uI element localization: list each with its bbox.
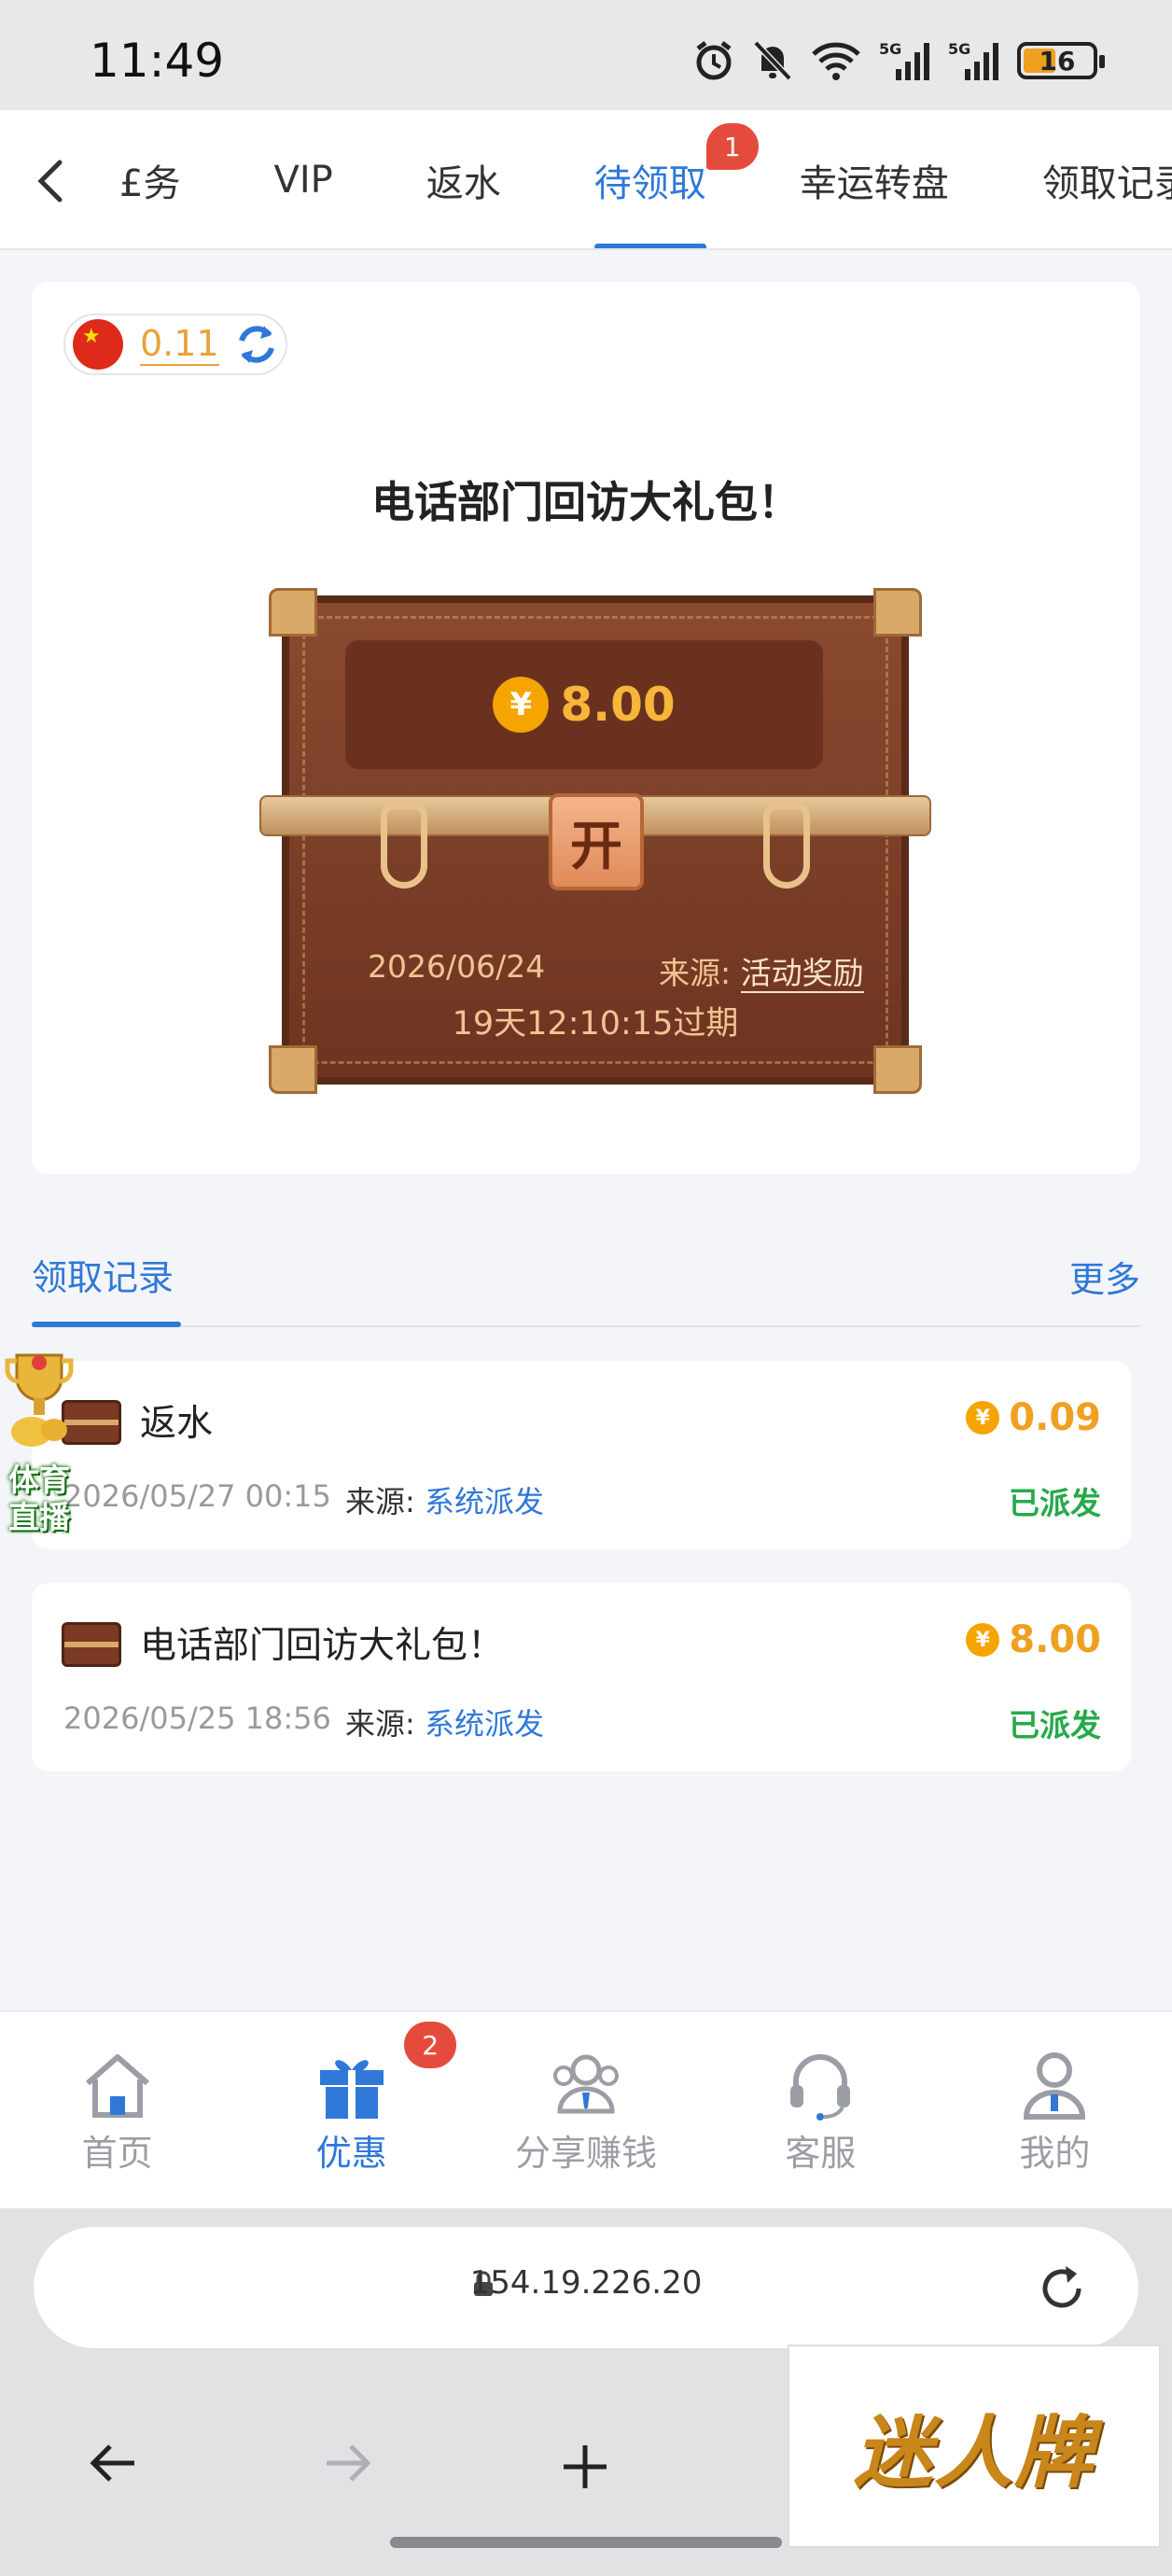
records-header: 领取记录 更多 <box>32 1232 1140 1327</box>
home-icon <box>85 2054 149 2118</box>
headset-icon <box>790 2054 851 2121</box>
records-underline <box>32 1322 181 1327</box>
chest-icon <box>62 1622 121 1667</box>
records-title[interactable]: 领取记录 <box>32 1249 174 1300</box>
record-date: 2026/05/27 00:15 <box>63 1478 331 1514</box>
china-flag-icon: ★ <box>73 319 123 370</box>
chest-latch <box>381 803 427 889</box>
yuan-coin-icon: ¥ <box>966 1401 1000 1435</box>
nav-promotions[interactable]: 优惠 2 <box>234 2012 468 2208</box>
svg-text:5G: 5G <box>879 40 901 58</box>
brand-logo: 迷人牌 <box>788 2345 1161 2548</box>
signal-5g-icon: 5G <box>948 40 998 80</box>
status-icons: 5G 5G 16 <box>692 39 1105 82</box>
chest-corner <box>873 588 922 637</box>
bottom-nav: 首页 优惠 2 分享赚钱 客服 我的 <box>0 2010 1172 2208</box>
record-item[interactable]: 返水 ¥ 0.09 2026/05/27 00:15 来源: 系统派发 已派发 <box>32 1361 1131 1549</box>
alarm-icon <box>696 41 732 80</box>
chest-amount-value: 8.00 <box>560 678 676 732</box>
active-tab-underline <box>593 244 706 248</box>
signal-5g-icon: 5G <box>879 40 929 80</box>
mute-bell-icon <box>753 40 792 81</box>
new-tab-icon[interactable] <box>560 2442 610 2492</box>
gift-date: 2026/06/24 <box>368 948 546 985</box>
record-source: 来源: 系统派发 <box>345 1484 544 1519</box>
record-date: 2026/05/25 18:56 <box>63 1701 331 1736</box>
battery-level: 16 <box>1039 45 1076 77</box>
user-icon <box>1024 2052 1086 2120</box>
treasure-chest[interactable]: ¥ 8.00 开 2026/06/24 来源: 活动奖励 19天12:10:15… <box>259 582 931 1094</box>
tab-claim-records[interactable]: 领取记录 <box>1042 110 1172 248</box>
status-time: 11:49 <box>90 34 225 88</box>
gift-expire-countdown: 19天12:10:15过期 <box>452 1005 739 1043</box>
chest-corner <box>269 1045 317 1094</box>
gift-icon <box>319 2060 384 2119</box>
pending-badge: 1 <box>705 123 759 170</box>
gift-title: 电话部门回访大礼包！ <box>371 477 801 527</box>
address-bar[interactable]: 154.19.226.20 <box>34 2227 1138 2348</box>
url-text: 154.19.226.20 <box>469 2264 703 2302</box>
record-status: 已派发 <box>1009 1485 1101 1521</box>
tab-list: £务 VIP 返水 待领取 1 幸运转盘 领取记录 <box>119 110 1172 248</box>
gift-card: ★ 0.11 电话部门回访大礼包！ ¥ 8.00 开 2026/06/24 来源… <box>32 282 1140 1174</box>
gift-source-value: 活动奖励 <box>740 955 864 993</box>
browser-forward-icon[interactable] <box>323 2442 373 2485</box>
tab-vip[interactable]: VIP <box>273 110 332 248</box>
reload-icon[interactable] <box>1034 2261 1090 2317</box>
tab-lucky-wheel[interactable]: 幸运转盘 <box>800 110 949 248</box>
tab-pending-claim[interactable]: 待领取 1 <box>593 110 759 248</box>
yuan-coin-icon: ¥ <box>966 1623 1000 1657</box>
chest-amount: ¥ 8.00 <box>345 640 823 769</box>
gift-source: 来源: 活动奖励 <box>659 955 864 993</box>
nav-share-earn[interactable]: 分享赚钱 <box>468 2012 703 2208</box>
record-amount: ¥ 8.00 <box>966 1618 1101 1661</box>
refresh-icon[interactable] <box>232 320 281 369</box>
browser-chrome: 154.19.226.20 迷人牌 <box>0 2208 1172 2576</box>
home-indicator[interactable] <box>390 2537 782 2548</box>
open-chest-button[interactable]: 开 <box>549 793 644 890</box>
tab-rebate[interactable]: 返水 <box>426 110 501 248</box>
sports-live-float[interactable]: 体育 直播 <box>0 1344 78 1540</box>
record-item[interactable]: 电话部门回访大礼包！ ¥ 8.00 2026/05/25 18:56 来源: 系… <box>32 1583 1131 1771</box>
promotions-badge: 2 <box>404 2022 457 2068</box>
balance-value: 0.11 <box>140 323 219 366</box>
tab-tasks[interactable]: £务 <box>119 110 180 248</box>
balance-pill: ★ 0.11 <box>63 314 287 375</box>
svg-text:5G: 5G <box>948 40 970 58</box>
record-title: 返水 <box>140 1403 214 1445</box>
yuan-coin-icon: ¥ <box>493 677 550 733</box>
sports-live-label: 体育 直播 <box>8 1462 70 1535</box>
chest-latch <box>763 803 810 889</box>
nav-home[interactable]: 首页 <box>0 2012 234 2208</box>
share-people-icon <box>553 2054 619 2114</box>
browser-back-icon[interactable] <box>88 2442 138 2485</box>
record-status: 已派发 <box>1009 1707 1101 1743</box>
nav-customer-service[interactable]: 客服 <box>704 2012 938 2208</box>
chest-corner <box>873 1045 922 1094</box>
back-arrow-icon[interactable] <box>28 155 75 207</box>
record-source: 来源: 系统派发 <box>345 1706 544 1742</box>
chest-corner <box>269 588 317 637</box>
record-title: 电话部门回访大礼包！ <box>140 1625 505 1667</box>
wifi-icon <box>812 42 860 80</box>
trophy-icon <box>5 1353 74 1447</box>
record-amount: ¥ 0.09 <box>966 1396 1101 1439</box>
promo-tab-bar: £务 VIP 返水 待领取 1 幸运转盘 领取记录 <box>0 110 1172 250</box>
battery-indicator: 16 <box>1017 42 1105 79</box>
more-link[interactable]: 更多 <box>1069 1251 1140 1302</box>
nav-mine[interactable]: 我的 <box>938 2012 1172 2208</box>
status-bar: 11:49 5G 5G 16 <box>0 0 1172 110</box>
